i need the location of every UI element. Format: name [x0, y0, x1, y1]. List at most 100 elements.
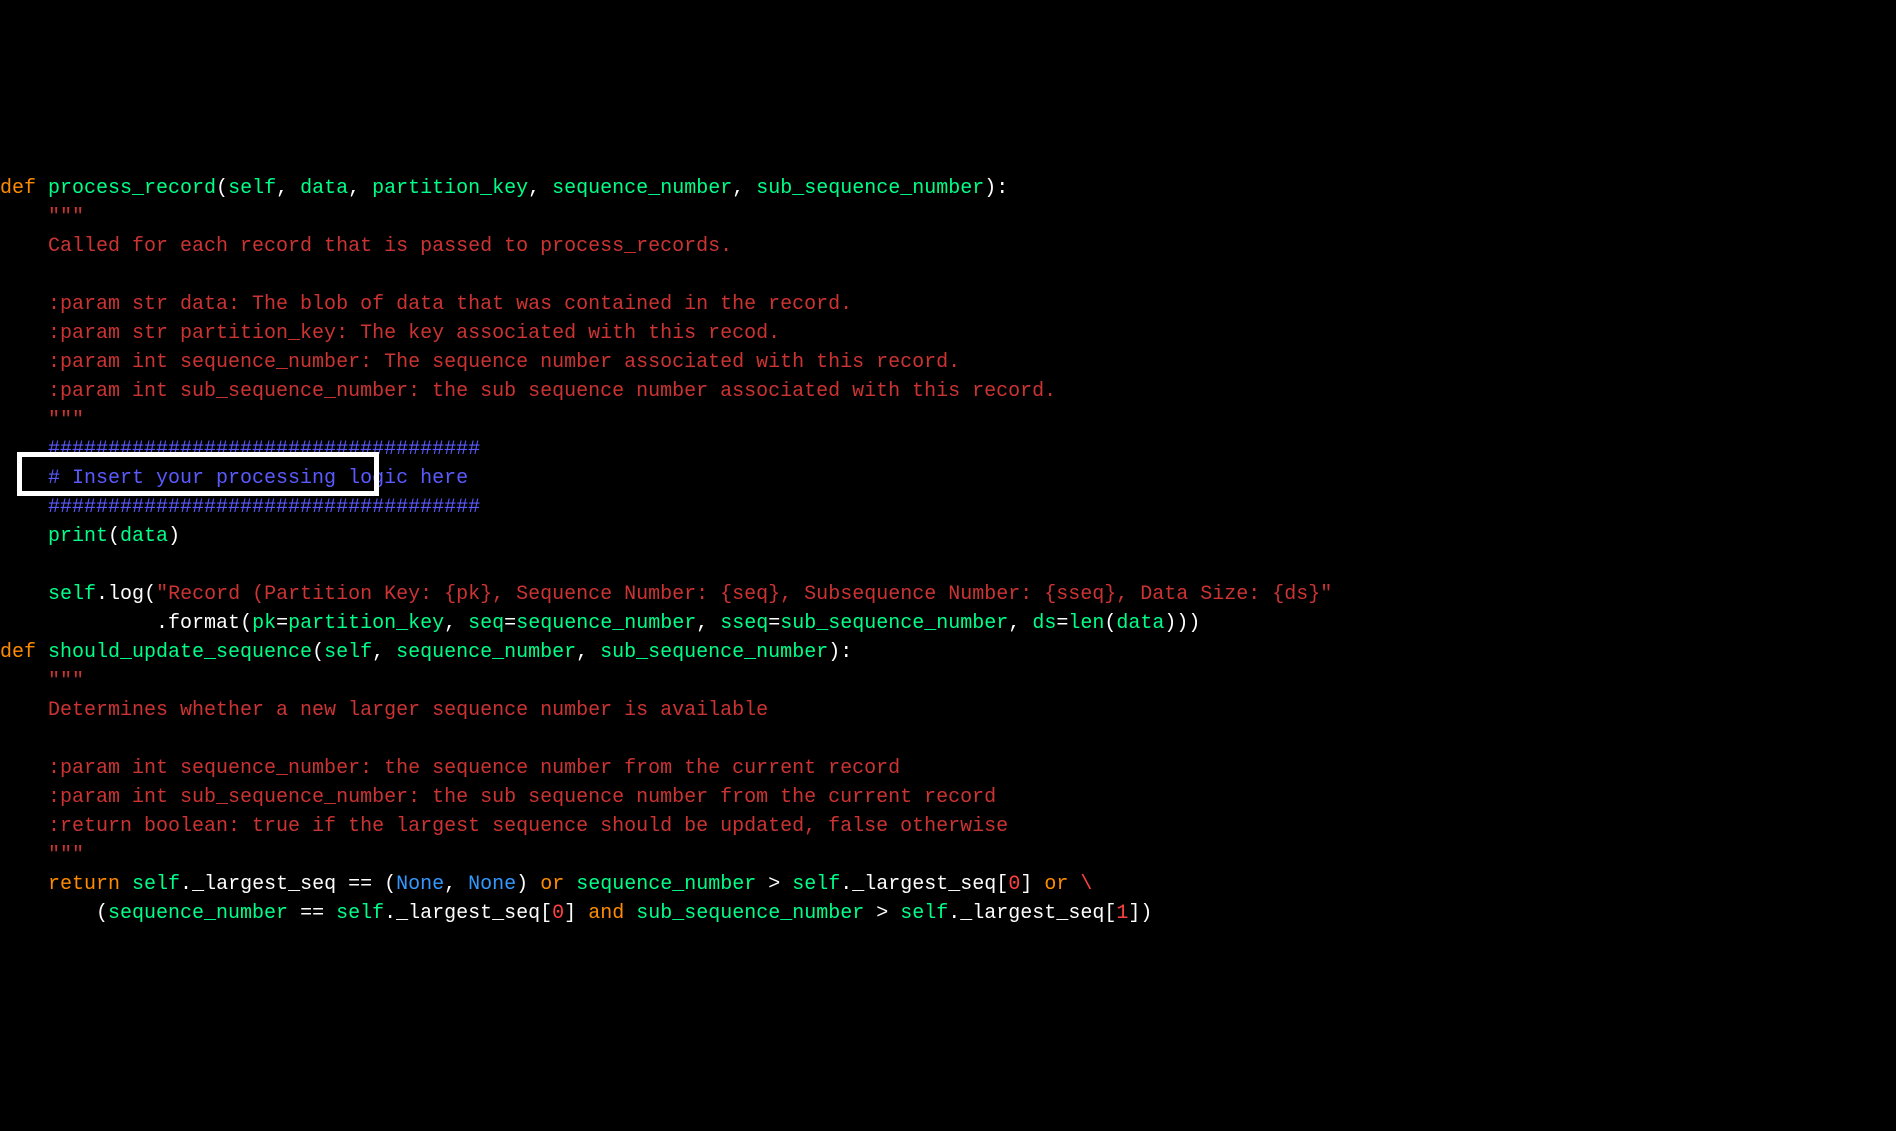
code-line: """ — [0, 203, 1896, 232]
code-token: sub_sequence_number — [600, 641, 828, 664]
code-token: :param int sub_sequence_number: the sub … — [48, 786, 996, 809]
code-lines: def process_record(self, data, partition… — [0, 174, 1896, 928]
code-token: ( — [1104, 612, 1116, 635]
code-token: ( — [240, 612, 252, 635]
code-token: data — [300, 177, 348, 200]
code-token: = — [276, 612, 288, 635]
code-line — [0, 725, 1896, 754]
code-token: = — [768, 612, 780, 635]
code-token: ) — [168, 525, 180, 548]
code-token: 1 — [1116, 902, 1128, 925]
code-token: ( — [96, 902, 108, 925]
code-token: """ — [48, 409, 84, 432]
code-token: sequence_number — [108, 902, 300, 925]
code-line: """ — [0, 406, 1896, 435]
code-token: , — [576, 641, 600, 664]
code-line: Called for each record that is passed to… — [0, 232, 1896, 261]
code-line: # Insert your processing logic here — [0, 464, 1896, 493]
code-token: self — [336, 902, 384, 925]
code-token: """ — [48, 206, 84, 229]
code-token: Called for each record that is passed to… — [48, 235, 732, 258]
code-line: :param int sequence_number: the sequence… — [0, 754, 1896, 783]
code-token: ( — [144, 583, 156, 606]
code-line: def should_update_sequence(self, sequenc… — [0, 638, 1896, 667]
code-token: data — [1116, 612, 1164, 635]
code-line: print(data) — [0, 522, 1896, 551]
code-token: None — [468, 873, 516, 896]
code-line: :param int sub_sequence_number: the sub … — [0, 783, 1896, 812]
code-token: , — [276, 177, 300, 200]
code-token: ] — [1020, 873, 1044, 896]
code-token: ) — [828, 641, 840, 664]
code-token: , — [372, 641, 396, 664]
code-token: . — [948, 902, 960, 925]
code-token: partition_key — [372, 177, 528, 200]
code-token: . — [384, 902, 396, 925]
code-token: def — [0, 177, 48, 200]
code-token: = — [504, 612, 516, 635]
code-token: sub_sequence_number — [756, 177, 984, 200]
code-token: process_record — [48, 177, 216, 200]
code-token: ]) — [1128, 902, 1152, 925]
code-token: """ — [48, 844, 84, 867]
code-viewer: def process_record(self, data, partition… — [0, 116, 1896, 986]
code-token: ] — [564, 902, 588, 925]
code-token: . — [840, 873, 852, 896]
code-line: :param str data: The blob of data that w… — [0, 290, 1896, 319]
code-token: #################################### — [48, 496, 480, 519]
code-token: _largest_seq[ — [960, 902, 1116, 925]
code-token: :return boolean: true if the largest seq… — [48, 815, 1008, 838]
code-token: _largest_seq[ — [852, 873, 1008, 896]
code-token: log — [108, 583, 144, 606]
code-token: ))) — [1164, 612, 1200, 635]
code-token: or — [1044, 873, 1080, 896]
code-token: :param int sequence_number: the sequence… — [48, 757, 900, 780]
code-token: == — [300, 902, 324, 925]
code-token: :param int sub_sequence_number: the sub … — [48, 380, 1056, 403]
code-line: .format(pk=partition_key, seq=sequence_n… — [0, 609, 1896, 638]
code-token: ( — [372, 873, 396, 896]
code-token: sequence_number — [576, 873, 768, 896]
code-token: 0 — [552, 902, 564, 925]
code-token: self — [900, 902, 948, 925]
code-token: format — [168, 612, 240, 635]
code-token: _largest_seq[ — [396, 902, 552, 925]
code-line: Determines whether a new larger sequence… — [0, 696, 1896, 725]
code-token: sub_sequence_number — [636, 902, 876, 925]
code-line: def process_record(self, data, partition… — [0, 174, 1896, 203]
code-token: , — [696, 612, 720, 635]
code-token: len — [1068, 612, 1104, 635]
code-token: ( — [216, 177, 228, 200]
code-token: :param int sequence_number: The sequence… — [48, 351, 960, 374]
code-line: (sequence_number == self._largest_seq[0]… — [0, 899, 1896, 928]
code-token: : — [840, 641, 852, 664]
code-token: . — [96, 583, 108, 606]
code-token: "Record (Partition Key: {pk}, Sequence N… — [156, 583, 1332, 606]
code-token: , — [528, 177, 552, 200]
code-token: \ — [1080, 873, 1092, 896]
code-token: == — [348, 873, 372, 896]
code-token: seq — [468, 612, 504, 635]
code-token: self — [48, 583, 96, 606]
code-token: :param str partition_key: The key associ… — [48, 322, 780, 345]
code-token: , — [348, 177, 372, 200]
code-token: > — [876, 902, 900, 925]
code-token: self — [792, 873, 840, 896]
code-token: ( — [108, 525, 120, 548]
code-token: :param str data: The blob of data that w… — [48, 293, 852, 316]
code-token: , — [444, 873, 468, 896]
code-line: """ — [0, 667, 1896, 696]
code-token: Determines whether a new larger sequence… — [48, 699, 768, 722]
code-token: partition_key — [288, 612, 444, 635]
code-token: ds — [1032, 612, 1056, 635]
code-line: """ — [0, 841, 1896, 870]
code-token: and — [588, 902, 636, 925]
code-token: , — [732, 177, 756, 200]
code-token: . — [144, 612, 168, 635]
code-token: self — [324, 641, 372, 664]
code-token: ) — [516, 873, 540, 896]
code-line: #################################### — [0, 493, 1896, 522]
code-token: sequence_number — [396, 641, 576, 664]
code-line: :param int sub_sequence_number: the sub … — [0, 377, 1896, 406]
code-token: self — [132, 873, 180, 896]
